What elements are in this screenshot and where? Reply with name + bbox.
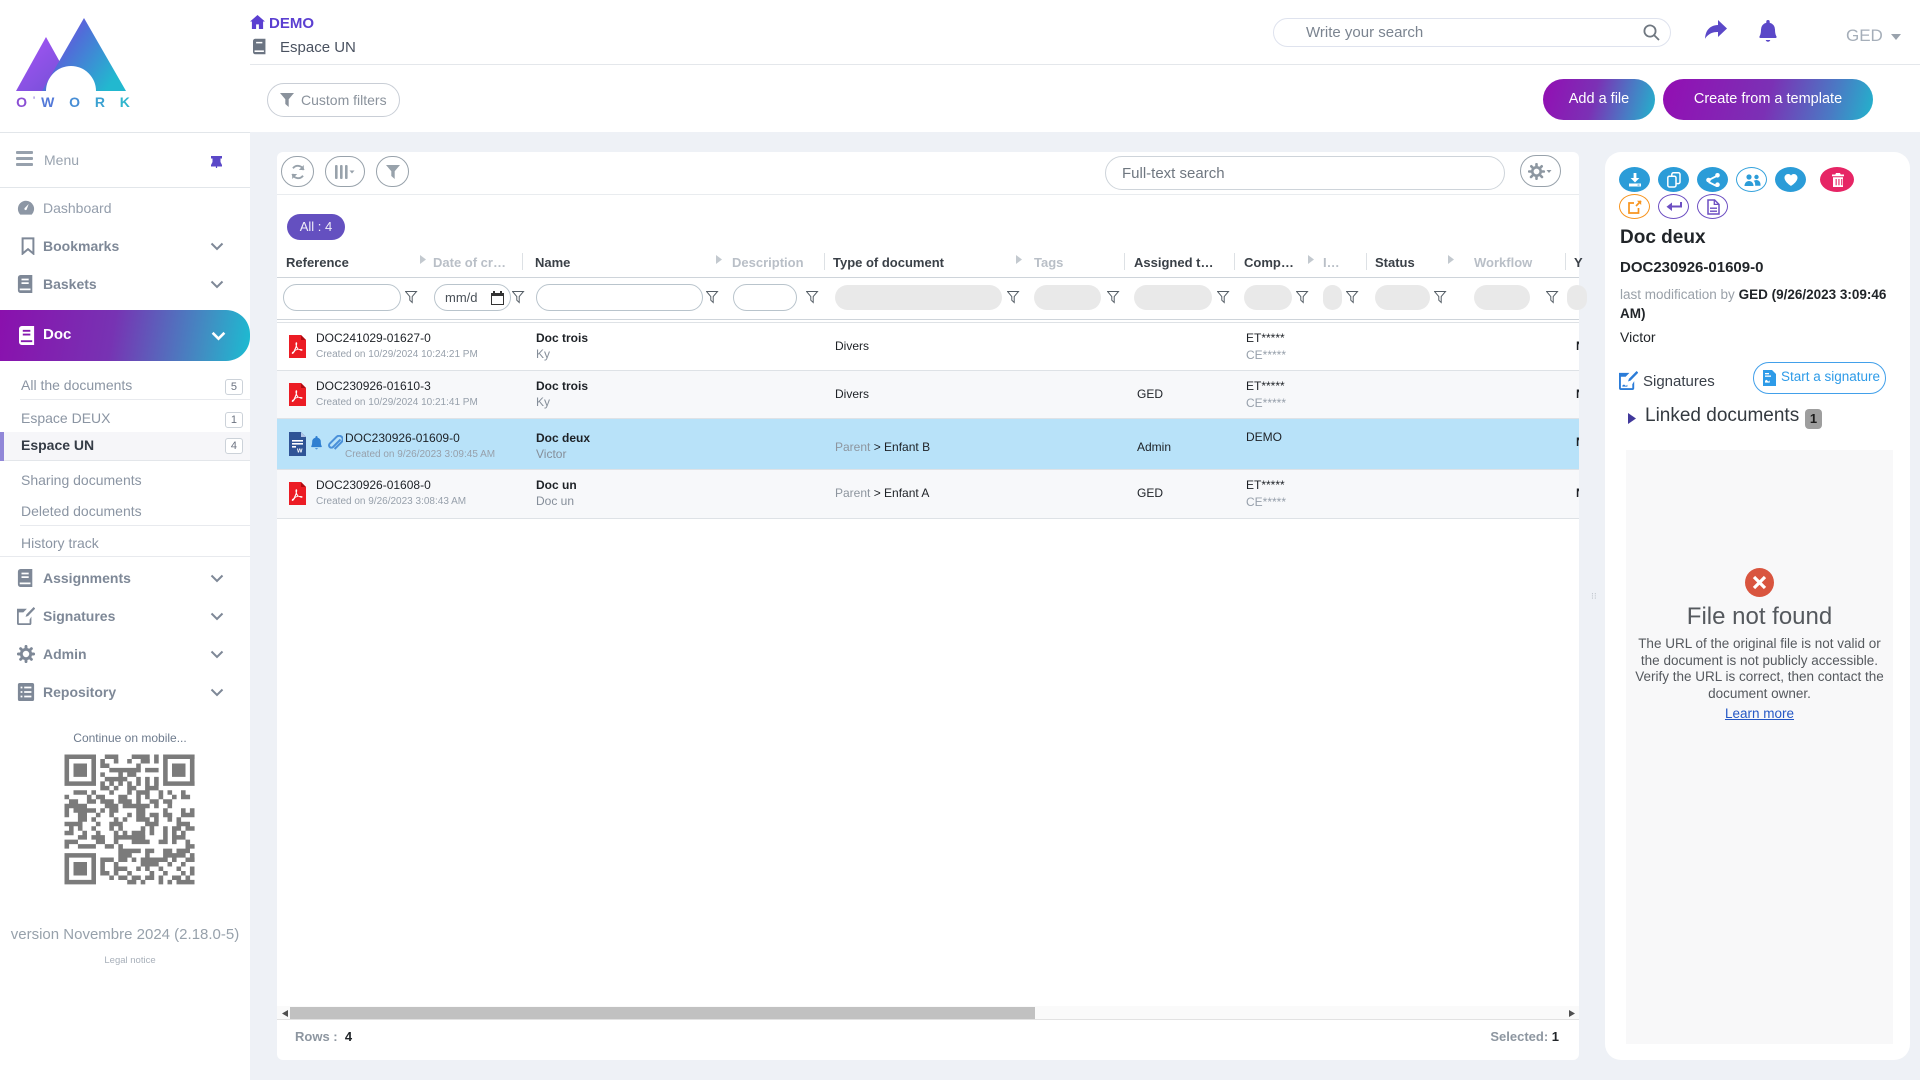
svg-text:w: w xyxy=(296,448,303,455)
